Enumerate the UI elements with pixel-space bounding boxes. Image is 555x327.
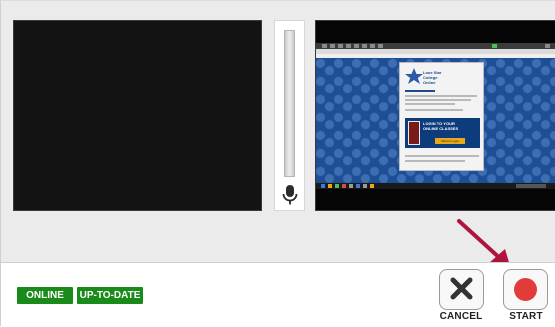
mic-level-track bbox=[284, 30, 295, 177]
college-star-logo-icon bbox=[405, 68, 423, 84]
webcam-preview bbox=[13, 20, 262, 211]
captured-text-line bbox=[405, 95, 477, 97]
screen-capture-preview: Lone Star College Online LOGIN TO YOUR O… bbox=[315, 20, 555, 211]
door-image bbox=[408, 121, 420, 145]
start-label: START bbox=[509, 311, 543, 322]
microphone-icon[interactable] bbox=[281, 184, 299, 206]
captured-page-background: Lone Star College Online LOGIN TO YOUR O… bbox=[316, 58, 555, 183]
captured-text-line bbox=[405, 90, 435, 92]
record-dot-icon bbox=[514, 278, 537, 301]
captured-login-banner: LOGIN TO YOUR ONLINE CLASSES Mentor Logi… bbox=[405, 118, 480, 148]
captured-login-card: Lone Star College Online LOGIN TO YOUR O… bbox=[399, 62, 484, 171]
captured-login-button: Mentor Login bbox=[435, 138, 465, 144]
captured-text-line bbox=[405, 155, 479, 157]
start-record-button[interactable] bbox=[503, 269, 548, 310]
close-x-icon bbox=[450, 277, 473, 300]
cancel-label: CANCEL bbox=[439, 311, 483, 322]
captured-text-line bbox=[405, 99, 471, 101]
recorder-panel: Lone Star College Online LOGIN TO YOUR O… bbox=[0, 0, 555, 327]
captured-banner-text: LOGIN TO YOUR ONLINE CLASSES bbox=[423, 121, 459, 131]
online-status-badge: ONLINE bbox=[17, 287, 73, 304]
cancel-button[interactable] bbox=[439, 269, 484, 310]
captured-text-line bbox=[405, 109, 463, 111]
update-status-badge: UP-TO-DATE bbox=[77, 287, 143, 304]
captured-text-line bbox=[405, 103, 455, 105]
recorder-footer: ONLINE UP-TO-DATE CANCEL START bbox=[1, 262, 555, 327]
mic-level-meter bbox=[274, 20, 305, 211]
captured-text-line bbox=[405, 160, 465, 162]
captured-taskbar bbox=[316, 183, 555, 189]
captured-logo-text: Lone Star College Online bbox=[423, 70, 442, 85]
